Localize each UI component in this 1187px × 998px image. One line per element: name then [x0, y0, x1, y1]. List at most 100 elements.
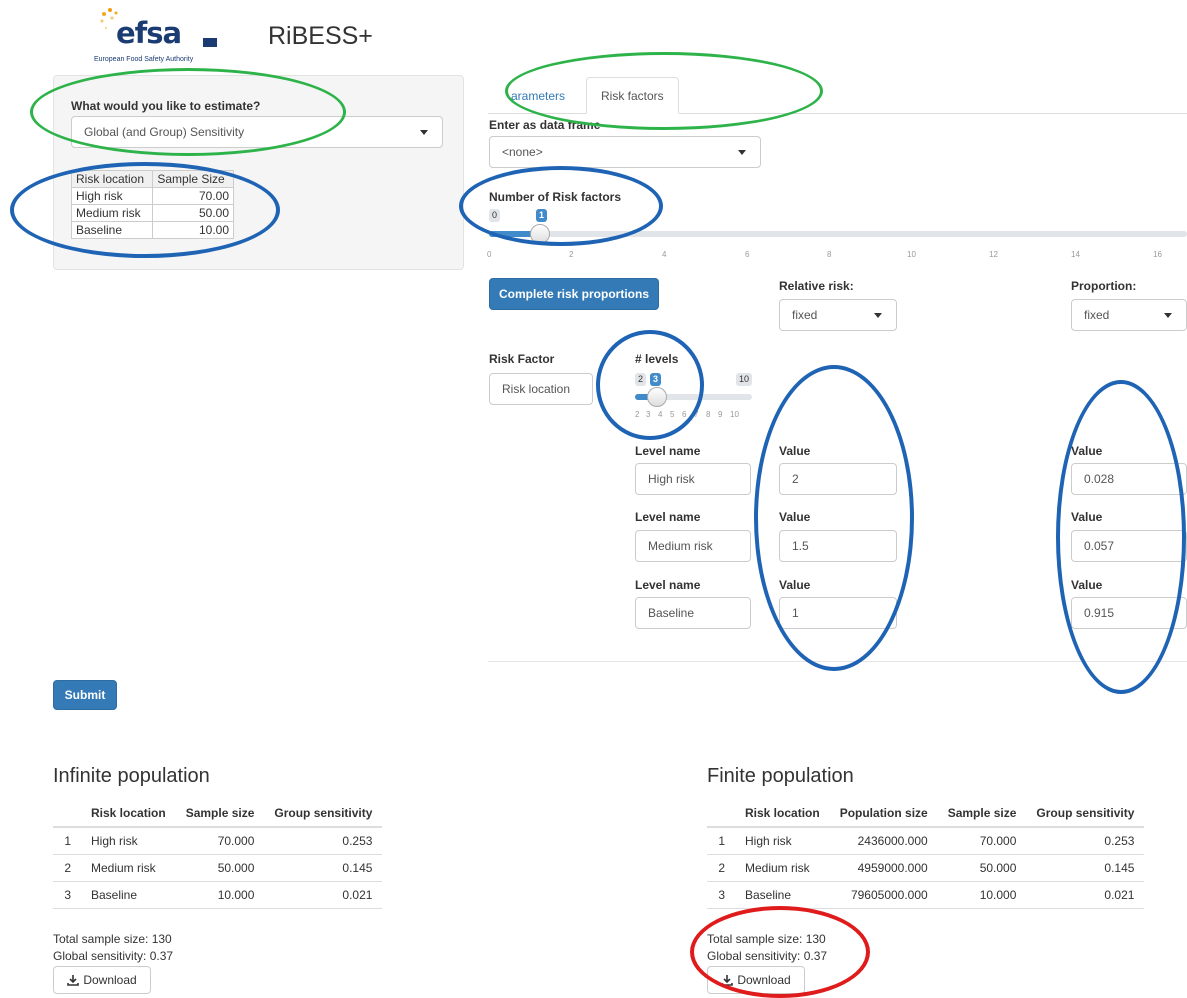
table-header-row: Risk location Sample Size — [70, 170, 234, 188]
data-frame-select[interactable]: <none> — [489, 136, 761, 168]
proportion-value-label: Value — [1071, 510, 1103, 524]
submit-button[interactable]: Submit — [53, 680, 117, 710]
level-name-input[interactable]: Medium risk — [635, 530, 751, 562]
data-frame-label: Enter as data frame — [489, 118, 601, 132]
table-cell: 0.021 — [1026, 881, 1145, 909]
table-cell: Baseline — [735, 881, 830, 909]
tick-label: 8 — [827, 250, 832, 259]
level-name-input[interactable]: Baseline — [635, 597, 751, 629]
download-button[interactable]: Download — [707, 966, 805, 994]
table-header: Sample size — [937, 800, 1027, 828]
relative-risk-value-label: Value — [779, 444, 811, 458]
slider-value-label: 1 — [536, 209, 548, 222]
table-row[interactable]: Baseline 10.00 — [70, 221, 234, 239]
table-cell[interactable]: High risk — [70, 187, 154, 205]
finite-table: Risk location Population size Sample siz… — [707, 800, 1145, 909]
table-row: 1 High risk 2436000.000 70.000 0.253 — [707, 827, 1145, 855]
table-cell: 3 — [707, 881, 735, 909]
tick-label: 10 — [730, 410, 739, 419]
table-header: Risk location — [735, 800, 830, 828]
table-row[interactable]: High risk 70.00 — [70, 187, 234, 205]
table-cell[interactable]: Baseline — [70, 221, 154, 239]
tab-parameters[interactable]: arameters — [497, 78, 579, 114]
relative-risk-select[interactable]: fixed — [779, 299, 897, 331]
tick-label: 9 — [718, 410, 723, 419]
app-title: RiBESS+ — [268, 22, 373, 50]
risk-factor-label: Risk Factor — [489, 352, 555, 366]
caret-down-icon — [738, 150, 746, 155]
section-divider — [488, 661, 1187, 662]
table-header: Risk location — [81, 800, 176, 828]
table-cell: 3 — [53, 881, 81, 909]
num-factors-ticks: 0 2 4 6 8 10 12 14 16 — [487, 240, 1187, 260]
levels-ticks: 2 3 4 5 6 7 8 9 10 — [635, 402, 752, 419]
caret-down-icon — [420, 130, 428, 135]
tick-label: 7 — [694, 410, 699, 419]
tick-label: 6 — [682, 410, 687, 419]
table-cell: 2 — [53, 854, 81, 882]
tick-label: 4 — [658, 410, 663, 419]
download-icon — [721, 975, 734, 986]
relative-risk-value-label: Value — [779, 578, 811, 592]
relative-risk-input[interactable]: 1 — [779, 597, 897, 629]
table-header-row: Risk location Population size Sample siz… — [707, 800, 1145, 828]
estimate-select-value: Global (and Group) Sensitivity — [84, 125, 245, 139]
level-name-label: Level name — [635, 510, 701, 524]
num-factors-track[interactable] — [489, 231, 1187, 237]
tick-label: 14 — [1071, 250, 1080, 259]
table-cell[interactable]: 10.00 — [152, 221, 234, 239]
proportion-input[interactable]: 0.915 — [1071, 597, 1187, 629]
relative-risk-label: Relative risk: — [779, 279, 854, 293]
total-sample-size: Total sample size: 130 — [707, 932, 826, 946]
proportion-input[interactable]: 0.028 — [1071, 463, 1187, 495]
levels-label: # levels — [635, 352, 679, 366]
download-label: Download — [83, 973, 137, 987]
levels-min-label: 2 — [635, 373, 647, 386]
proportion-select[interactable]: fixed — [1071, 299, 1187, 331]
infinite-table: Risk location Sample size Group sensitiv… — [53, 800, 383, 909]
table-cell[interactable]: 70.00 — [152, 187, 234, 205]
table-cell: 0.145 — [264, 854, 383, 882]
level-name-label: Level name — [635, 578, 701, 592]
proportion-value: fixed — [1084, 308, 1110, 322]
table-cell[interactable]: 50.00 — [152, 204, 234, 222]
tick-label: 8 — [706, 410, 711, 419]
tick-label: 10 — [907, 250, 916, 259]
table-cell: 4959000.000 — [829, 854, 938, 882]
table-row[interactable]: Medium risk 50.00 — [70, 204, 234, 222]
complete-proportions-button[interactable]: Complete risk proportions — [489, 278, 659, 310]
table-cell: 50.000 — [175, 854, 265, 882]
logo-word: efsa — [116, 16, 182, 50]
data-frame-select-value: <none> — [502, 145, 543, 159]
caret-down-icon — [874, 313, 882, 318]
relative-risk-input[interactable]: 2 — [779, 463, 897, 495]
relative-risk-input[interactable]: 1.5 — [779, 530, 897, 562]
table-cell: 70.000 — [175, 827, 265, 855]
table-cell: 10.000 — [937, 881, 1027, 909]
eu-flag-icon — [203, 38, 217, 47]
total-sample-size: Total sample size: 130 — [53, 932, 172, 946]
slider-min-label: 0 — [489, 209, 501, 222]
levels-max-label: 10 — [736, 373, 753, 386]
global-sensitivity: Global sensitivity: 0.37 — [707, 949, 828, 963]
sample-size-table: Risk location Sample Size High risk 70.0… — [70, 170, 234, 239]
tick-label: 3 — [646, 410, 651, 419]
table-row: 1 High risk 70.000 0.253 — [53, 827, 383, 855]
table-header — [707, 800, 735, 828]
logo-subtitle: European Food Safety Authority — [94, 56, 194, 63]
tick-label: 12 — [989, 250, 998, 259]
download-label: Download — [737, 973, 791, 987]
level-name-input[interactable]: High risk — [635, 463, 751, 495]
proportion-input[interactable]: 0.057 — [1071, 530, 1187, 562]
tab-risk-factors[interactable]: Risk factors — [586, 77, 679, 114]
table-cell: 10.000 — [175, 881, 265, 909]
estimate-select[interactable]: Global (and Group) Sensitivity — [71, 116, 443, 148]
risk-factor-input[interactable]: Risk location — [489, 373, 593, 405]
table-header: Group sensitivity — [1026, 800, 1145, 828]
table-cell[interactable]: Medium risk — [70, 204, 154, 222]
efsa-logo: efsa European Food Safety Authority — [92, 4, 232, 70]
download-button[interactable]: Download — [53, 966, 151, 994]
levels-value-label: 3 — [650, 373, 662, 386]
table-cell: 2436000.000 — [829, 827, 938, 855]
table-cell: 0.145 — [1026, 854, 1145, 882]
